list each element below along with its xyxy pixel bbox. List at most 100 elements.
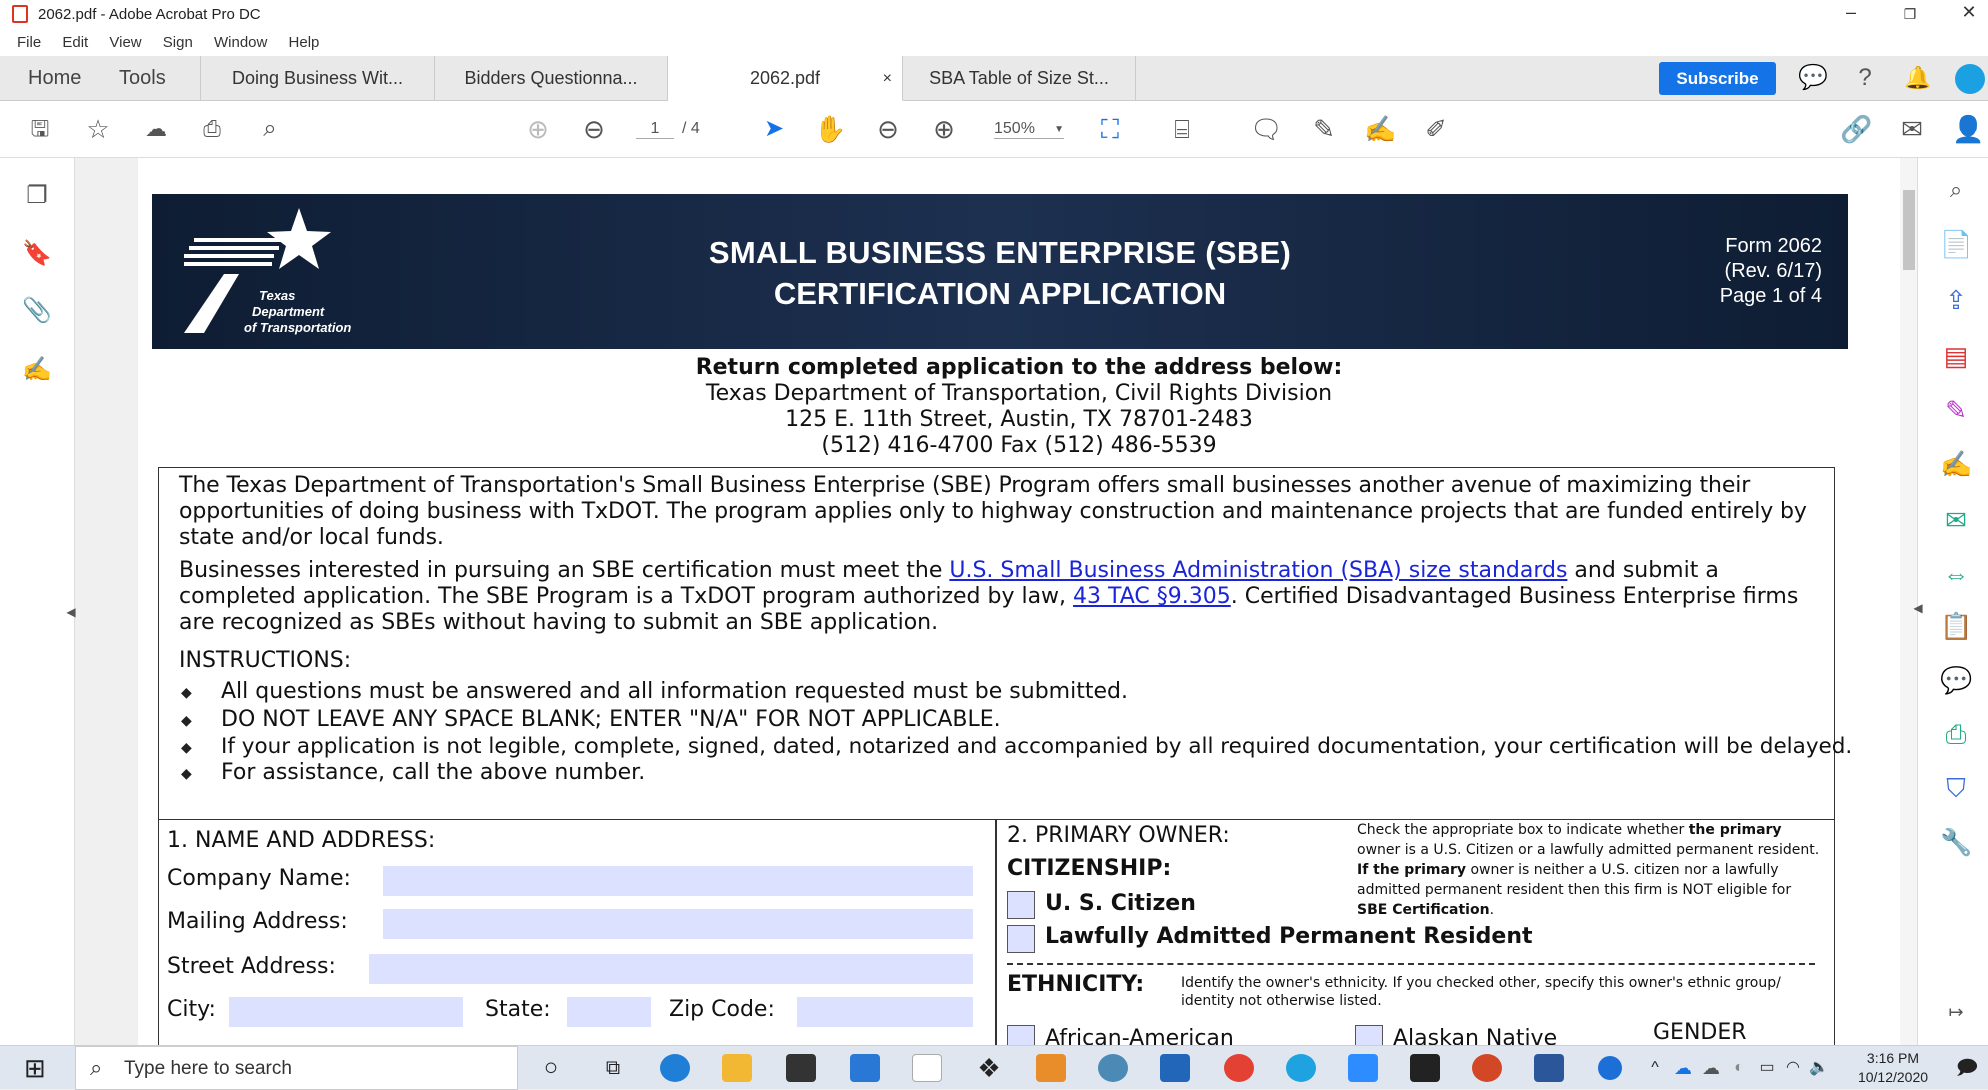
- chrome-icon[interactable]: [1224, 1054, 1254, 1082]
- volume-icon[interactable]: 🔈: [1804, 1054, 1834, 1082]
- collapse-left-icon[interactable]: ◀: [64, 596, 78, 628]
- save-icon[interactable]: 🖫: [24, 113, 56, 145]
- permanent-resident-checkbox[interactable]: [1007, 925, 1035, 953]
- us-citizen-checkbox[interactable]: [1007, 891, 1035, 919]
- create-pdf-icon[interactable]: 📄: [1940, 228, 1972, 260]
- menu-edit[interactable]: Edit: [62, 34, 88, 51]
- signatures-icon[interactable]: ✍: [21, 354, 53, 386]
- notification-bell-icon[interactable]: 🔔: [1902, 62, 1934, 94]
- tools-tab[interactable]: Tools: [119, 56, 166, 101]
- home-tab[interactable]: Home: [28, 56, 81, 101]
- zoom-tool-icon[interactable]: ⌕: [1940, 174, 1972, 206]
- tab-sba-table[interactable]: SBA Table of Size St...: [903, 56, 1136, 101]
- zoom-out-icon[interactable]: ⊖: [872, 113, 904, 145]
- chat-icon[interactable]: 💬: [1797, 62, 1829, 94]
- select-cursor-icon[interactable]: ➤: [758, 113, 790, 145]
- menu-file[interactable]: File: [17, 34, 41, 51]
- zoom-app-icon[interactable]: [1348, 1054, 1378, 1082]
- fit-page-icon[interactable]: ⛶: [1094, 113, 1126, 145]
- sign-icon[interactable]: ✍: [1364, 113, 1396, 145]
- notifications-icon[interactable]: 🗩: [1952, 1054, 1982, 1082]
- close-window-button[interactable]: ✕: [1955, 2, 1983, 28]
- globe-app-icon[interactable]: [1098, 1054, 1128, 1082]
- hand-tool-icon[interactable]: ✋: [814, 113, 846, 145]
- taskbar-search[interactable]: ⌕ Type here to search: [75, 1046, 518, 1090]
- acrobat-icon[interactable]: [1410, 1054, 1440, 1082]
- bookmark-star-icon[interactable]: ☆: [82, 113, 114, 145]
- outlook-icon[interactable]: [1160, 1054, 1190, 1082]
- tray-app-icon[interactable]: ◐: [1724, 1054, 1754, 1082]
- store-icon[interactable]: [786, 1054, 816, 1082]
- page-number-input[interactable]: 1: [636, 120, 674, 139]
- search-icon[interactable]: ⌕: [254, 113, 286, 145]
- comment-icon[interactable]: 🗨: [1250, 113, 1283, 145]
- tab-bidders-questionnaire[interactable]: Bidders Questionna...: [435, 56, 668, 101]
- more-tools-icon[interactable]: 🔧: [1940, 826, 1972, 858]
- protect-shield-icon[interactable]: ⛉: [1940, 772, 1972, 804]
- zoom-select[interactable]: 150% ▼: [994, 120, 1064, 139]
- scroll-mode-icon[interactable]: ⌸: [1166, 113, 1198, 145]
- skype-icon[interactable]: [1286, 1054, 1316, 1082]
- email-icon[interactable]: ✉: [1896, 113, 1928, 145]
- edit-icon[interactable]: ✐: [1420, 113, 1452, 145]
- comment-tool-icon[interactable]: 💬: [1940, 664, 1972, 696]
- state-field[interactable]: [567, 997, 651, 1027]
- print-icon[interactable]: ⎙: [196, 113, 228, 145]
- onedrive-icon[interactable]: ☁: [1668, 1054, 1698, 1082]
- send-for-signature-icon[interactable]: ✉: [1940, 504, 1972, 536]
- prepare-form-icon[interactable]: 📋: [1940, 610, 1972, 642]
- sublime-icon[interactable]: [1036, 1054, 1066, 1082]
- cortana-icon[interactable]: ○: [536, 1054, 566, 1082]
- city-field[interactable]: [229, 997, 463, 1027]
- help-tray-icon[interactable]: [1598, 1056, 1622, 1080]
- mail-icon[interactable]: [850, 1054, 880, 1082]
- scrollbar-thumb[interactable]: [1903, 190, 1915, 270]
- powerpoint-icon[interactable]: [1472, 1054, 1502, 1082]
- fill-sign-icon[interactable]: ✍: [1940, 448, 1972, 480]
- word-icon[interactable]: [1534, 1054, 1564, 1082]
- menu-sign[interactable]: Sign: [163, 34, 193, 51]
- tac-law-link[interactable]: 43 TAC §9.305: [1073, 584, 1231, 609]
- mailing-address-field[interactable]: [383, 909, 973, 939]
- export-pdf-icon[interactable]: ⇪: [1940, 284, 1972, 316]
- file-explorer-icon[interactable]: [722, 1054, 752, 1082]
- cloud-sync-icon[interactable]: ☁: [1696, 1054, 1726, 1082]
- street-address-field[interactable]: [369, 954, 973, 984]
- company-name-field[interactable]: [383, 866, 973, 896]
- dropbox-icon[interactable]: ❖: [974, 1054, 1004, 1082]
- add-user-icon[interactable]: 👤: [1952, 113, 1984, 145]
- african-american-checkbox[interactable]: [1007, 1025, 1035, 1045]
- edit-pdf-icon[interactable]: ✎: [1940, 394, 1972, 426]
- previous-page-icon[interactable]: ⊕: [522, 113, 554, 145]
- pages-thumbnail-icon[interactable]: ❐: [21, 180, 53, 212]
- sba-size-standards-link[interactable]: U.S. Small Business Administration (SBA)…: [949, 558, 1567, 583]
- tab-doing-business[interactable]: Doing Business Wit...: [200, 56, 435, 101]
- menu-view[interactable]: View: [109, 34, 141, 51]
- zip-code-field[interactable]: [797, 997, 973, 1027]
- compare-files-icon[interactable]: ⇔: [1940, 558, 1972, 590]
- subscribe-button[interactable]: Subscribe: [1659, 62, 1776, 95]
- zoom-in-icon[interactable]: ⊕: [928, 113, 960, 145]
- edge-browser-icon[interactable]: [660, 1054, 690, 1082]
- menu-window[interactable]: Window: [214, 34, 267, 51]
- collapse-right-icon[interactable]: ◀: [1911, 592, 1925, 624]
- windows-start-icon[interactable]: ⊞: [24, 1054, 54, 1082]
- amazon-icon[interactable]: [912, 1054, 942, 1082]
- attachments-icon[interactable]: 📎: [21, 295, 53, 327]
- tray-chevron-up-icon[interactable]: ^: [1640, 1054, 1670, 1082]
- tab-2062-pdf[interactable]: 2062.pdf ×: [668, 56, 903, 101]
- upload-cloud-icon[interactable]: ☁: [140, 113, 172, 145]
- expand-panel-icon[interactable]: ↦: [1940, 996, 1972, 1028]
- next-page-icon[interactable]: ⊖: [578, 113, 610, 145]
- alaskan-native-checkbox[interactable]: [1355, 1025, 1383, 1045]
- menu-help[interactable]: Help: [289, 34, 320, 51]
- bookmarks-icon[interactable]: 🔖: [21, 238, 53, 270]
- clock[interactable]: 3:16 PM 10/12/2020: [1838, 1049, 1948, 1087]
- user-avatar[interactable]: [1955, 64, 1985, 94]
- restore-button[interactable]: ❐: [1896, 6, 1924, 32]
- organize-pages-icon[interactable]: ▤: [1940, 340, 1972, 372]
- tab-close-icon[interactable]: ×: [883, 56, 892, 101]
- minimize-button[interactable]: –: [1837, 2, 1865, 28]
- share-link-icon[interactable]: 🔗: [1840, 113, 1872, 145]
- highlight-pen-icon[interactable]: ✎: [1308, 113, 1340, 145]
